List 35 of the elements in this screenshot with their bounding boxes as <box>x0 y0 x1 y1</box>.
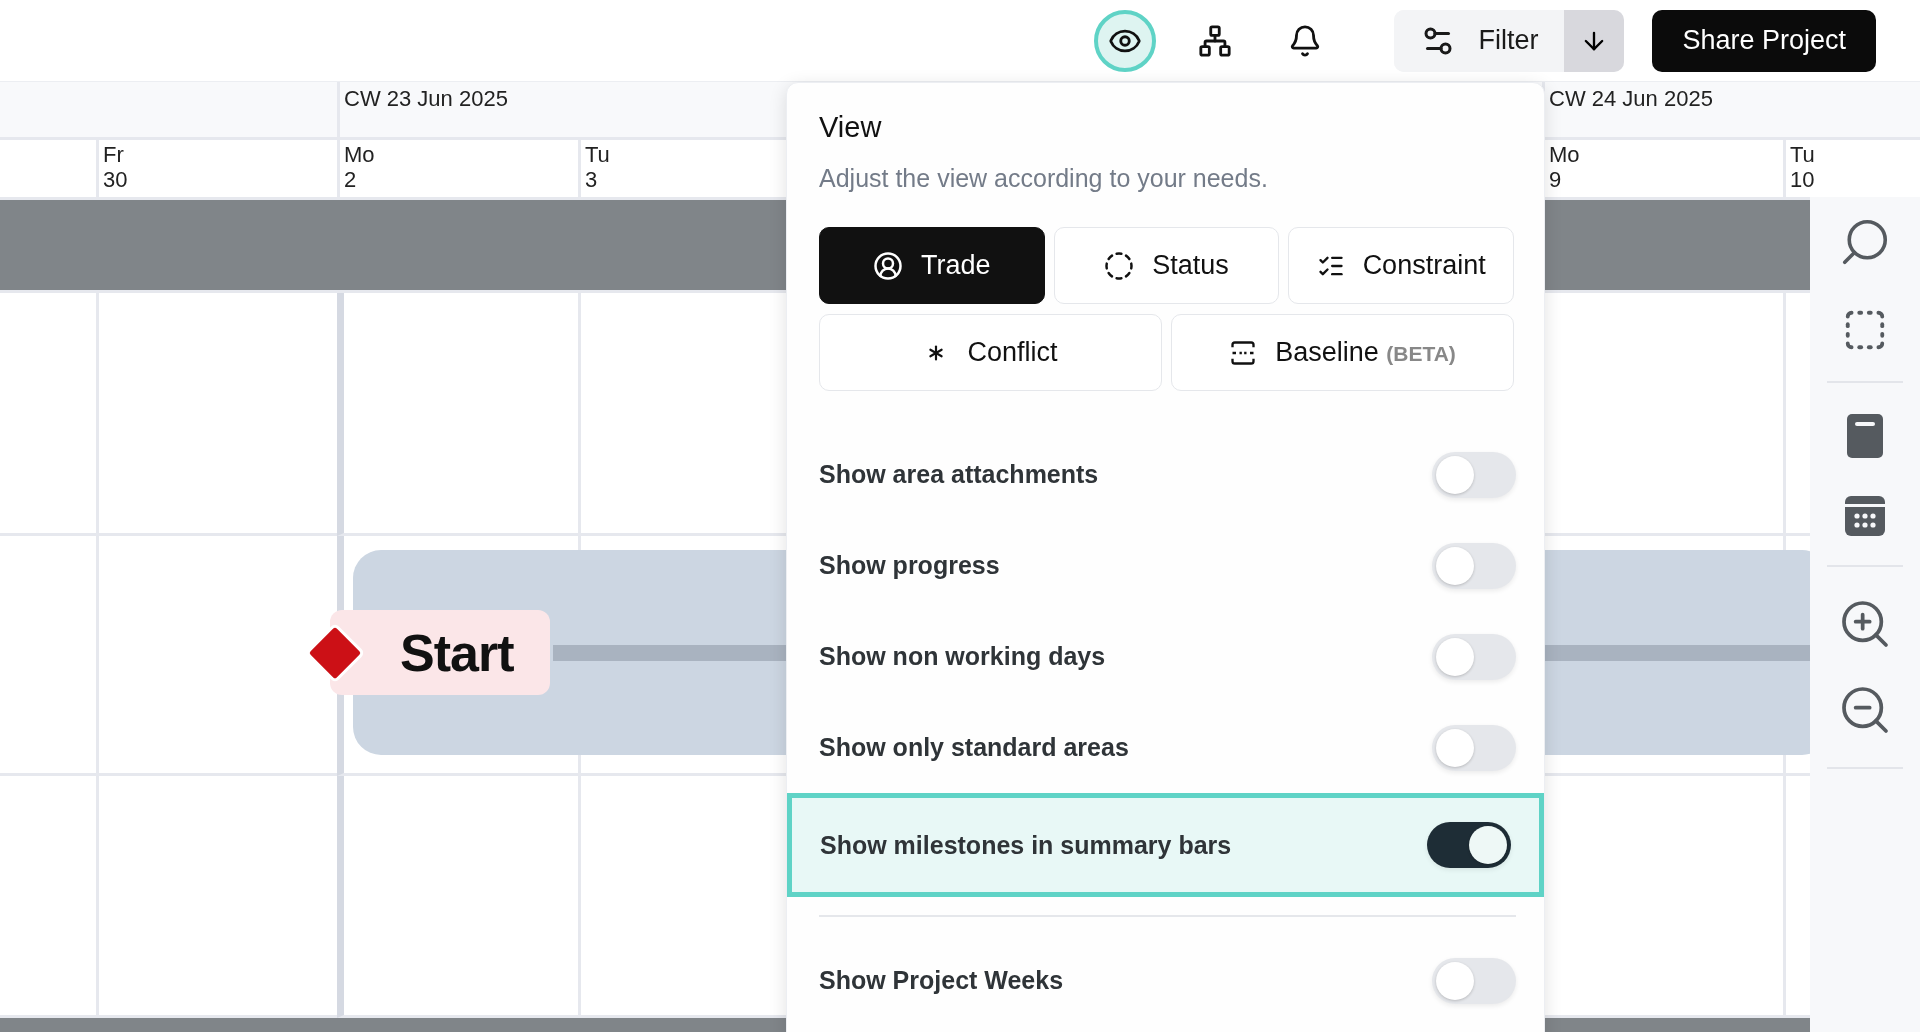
day-label: Fr 30 <box>103 142 128 192</box>
option-label: Show progress <box>819 551 1000 580</box>
toggle-switch[interactable] <box>1432 451 1516 498</box>
share-project-button[interactable]: Share Project <box>1652 9 1876 72</box>
view-mode-button[interactable]: Baseline (BETA) <box>1171 314 1514 391</box>
option-label: Show only standard areas <box>819 733 1129 762</box>
calendar-icon[interactable] <box>1845 496 1885 536</box>
week-label: CW 24 Jun 2025 <box>1548 85 1713 112</box>
week-label: CW 23 Jun 2025 <box>343 85 508 112</box>
baseline-icon <box>1229 338 1258 367</box>
view-mode-button[interactable]: Trade <box>819 227 1045 304</box>
day-label: Tu 10 <box>1790 142 1815 192</box>
panel-title: View <box>819 111 883 144</box>
dashed-circle-icon <box>1104 250 1135 281</box>
panel-subtitle: Adjust the view according to your needs. <box>819 164 1269 193</box>
notebook-icon[interactable] <box>1847 414 1883 458</box>
option-label: Show non working days <box>819 642 1106 671</box>
toggle-switch[interactable] <box>1432 957 1516 1004</box>
day-label: Mo 2 <box>344 142 375 192</box>
view-mode-button[interactable]: Constraint <box>1288 227 1514 304</box>
option-label: Show Project Weeks <box>819 966 1064 995</box>
option-label: Show area attachments <box>819 460 1099 489</box>
view-mode-button[interactable]: Status <box>1053 227 1280 304</box>
milestone-label[interactable]: Start <box>330 610 550 695</box>
view-mode-button[interactable]: Conflict <box>819 314 1162 391</box>
hierarchy-icon <box>1198 23 1233 58</box>
toggle-switch[interactable] <box>1432 724 1516 771</box>
toggle-switch[interactable] <box>1432 542 1516 589</box>
filter-dropdown-button[interactable] <box>1564 9 1625 72</box>
day-label: Tu 3 <box>585 142 610 192</box>
user-circle-icon <box>873 250 904 281</box>
day-label: Mo 9 <box>1549 142 1580 192</box>
toggle-switch[interactable] <box>1432 633 1516 680</box>
toggle-switch[interactable] <box>1427 822 1511 868</box>
option-label: Show milestones in summary bars <box>820 830 1232 860</box>
